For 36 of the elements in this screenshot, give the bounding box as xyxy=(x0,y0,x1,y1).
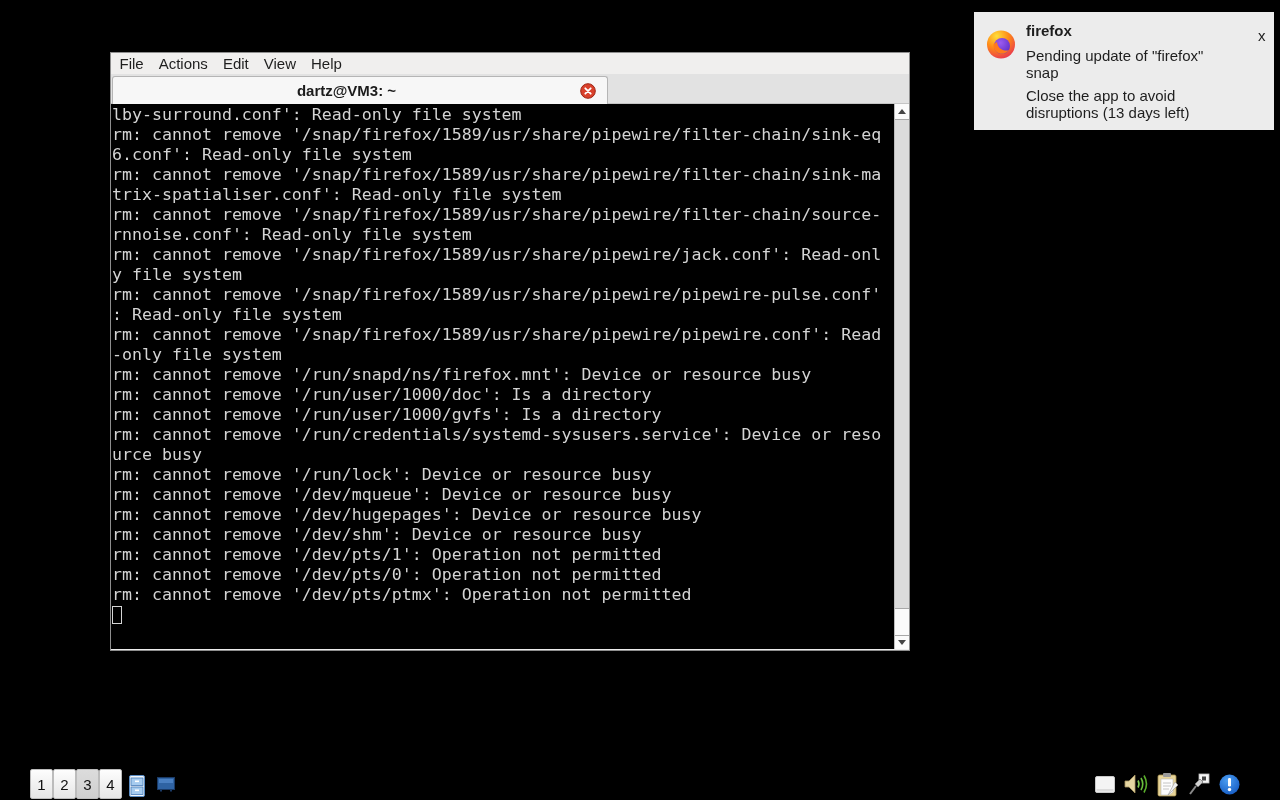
menu-item[interactable]: Help xyxy=(303,53,350,74)
terminal-output-line: rm: cannot remove '/dev/pts/0': Operation not permitted xyxy=(112,565,663,585)
workspace-button[interactable]: 4 xyxy=(99,769,122,799)
terminal-output-line: rm: cannot remove '/run/snapd/ns/firefox.mnt': Device or resource busy xyxy=(112,365,813,385)
notification-title: firefox xyxy=(1026,22,1073,40)
terminal-output-line: lby-surround.conf': Read-only file system xyxy=(112,105,523,125)
close-button[interactable]: x xyxy=(1256,28,1268,44)
down-caret-icon xyxy=(898,640,906,645)
file-cabinet-icon[interactable] xyxy=(129,775,145,797)
menu-item[interactable]: View xyxy=(256,53,304,74)
terminal-output-line: rm: cannot remove '/dev/shm': Device or resource busy xyxy=(112,525,643,545)
notification-message: Close the app to avoid disruptions (13 days left) xyxy=(1026,86,1191,121)
workspace-button[interactable]: 3 xyxy=(76,769,99,799)
notification-message: Pending update of "firefox" snap xyxy=(1026,46,1205,81)
terminal-output-line: rm: cannot remove '/run/user/1000/doc': Is a directory xyxy=(112,385,653,405)
workspace-button[interactable]: 2 xyxy=(53,769,76,799)
menu-item[interactable]: Actions xyxy=(151,53,216,74)
terminal-output-line: rm: cannot remove '/run/lock': Device or resource busy xyxy=(112,465,653,485)
up-caret-icon xyxy=(898,109,906,114)
network-plug-icon[interactable] xyxy=(1188,773,1210,795)
menu-item[interactable]: Edit xyxy=(215,53,257,74)
terminal-output-line: rm: cannot remove '/dev/hugepages': Device or resource busy xyxy=(112,505,703,525)
menu-item[interactable]: File xyxy=(112,53,152,74)
terminal-tab[interactable]: dartz@VM3: ~ xyxy=(112,76,608,104)
monitor-icon[interactable] xyxy=(157,777,175,792)
terminal-output-line: rm: cannot remove '/dev/pts/ptmx': Operation not permitted xyxy=(112,585,693,605)
terminal-output-line: rm: cannot remove '/run/user/1000/gvfs': Is a directory xyxy=(112,405,663,425)
clipboard-icon[interactable] xyxy=(1157,772,1179,797)
workspace-button[interactable]: 1 xyxy=(30,769,53,799)
block-cursor-icon xyxy=(112,606,122,624)
app-logo-icon xyxy=(986,29,1016,59)
terminal-output-line: rm: cannot remove '/dev/pts/1': Operation not permitted xyxy=(112,545,663,565)
close-icon[interactable] xyxy=(580,82,596,99)
terminal-output-line: rm: cannot remove '/dev/mqueue': Device or resource busy xyxy=(112,485,673,505)
alert-icon[interactable] xyxy=(1219,774,1240,795)
speaker-icon[interactable] xyxy=(1124,773,1148,795)
